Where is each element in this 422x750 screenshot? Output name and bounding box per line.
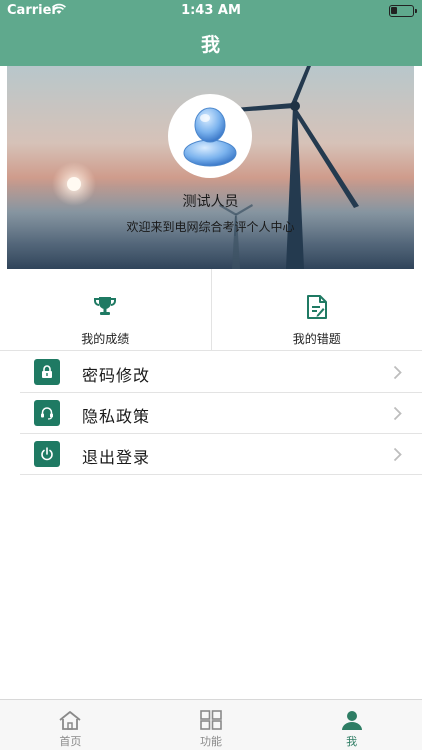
user-avatar-icon: [183, 107, 237, 167]
menu-item-label: 隐私政策: [82, 407, 151, 426]
tab-label: 我: [346, 735, 358, 748]
tab-label: 功能: [200, 735, 222, 748]
status-time: 1:43 AM: [181, 3, 241, 18]
my-mistakes-button[interactable]: 我的错题: [210, 269, 422, 350]
tab-me[interactable]: 我: [281, 700, 422, 750]
tab-home[interactable]: 首页: [0, 700, 141, 750]
settings-list: 密码修改 隐私政策 退出登录: [20, 352, 422, 475]
power-icon-badge: [34, 441, 60, 467]
menu-item-privacy-policy[interactable]: 隐私政策: [20, 393, 422, 434]
home-icon: [59, 711, 81, 730]
page-title: 我: [200, 34, 221, 56]
shortcut-label: 我的错题: [292, 332, 341, 346]
tab-functions[interactable]: 功能: [141, 700, 282, 750]
tab-bar: 首页 功能 我: [0, 699, 422, 750]
trophy-icon: [94, 297, 117, 315]
tab-label: 首页: [59, 735, 82, 748]
grid-icon: [200, 710, 222, 730]
headset-icon-badge: [34, 400, 60, 426]
menu-item-label: 密码修改: [82, 366, 151, 385]
shortcut-label: 我的成绩: [81, 332, 130, 346]
lock-icon: [42, 365, 52, 378]
power-icon: [41, 447, 53, 461]
welcome-text: 欢迎来到电网综合考评个人中心: [126, 220, 295, 234]
avatar[interactable]: [168, 94, 252, 178]
status-bar: Carrier 1:43 AM: [0, 0, 422, 22]
headset-icon: [41, 407, 53, 420]
profile-banner: 测试人员 欢迎来到电网综合考评个人中心: [7, 66, 414, 269]
document-edit-icon: [306, 295, 327, 319]
menu-item-label: 退出登录: [82, 448, 151, 467]
battery-icon: [389, 5, 417, 17]
profile-name: 测试人员: [182, 194, 239, 210]
chevron-right-icon: [393, 447, 402, 462]
menu-item-logout[interactable]: 退出登录: [20, 434, 422, 475]
header-bar: Carrier 1:43 AM 我: [0, 0, 422, 66]
chevron-right-icon: [393, 365, 402, 380]
lock-icon-badge: [34, 359, 60, 385]
my-scores-button[interactable]: 我的成绩: [0, 269, 211, 350]
menu-item-change-password[interactable]: 密码修改: [20, 352, 422, 393]
person-icon: [341, 711, 362, 730]
shortcut-grid: 我的成绩 我的错题: [0, 269, 422, 351]
chevron-right-icon: [393, 406, 402, 421]
